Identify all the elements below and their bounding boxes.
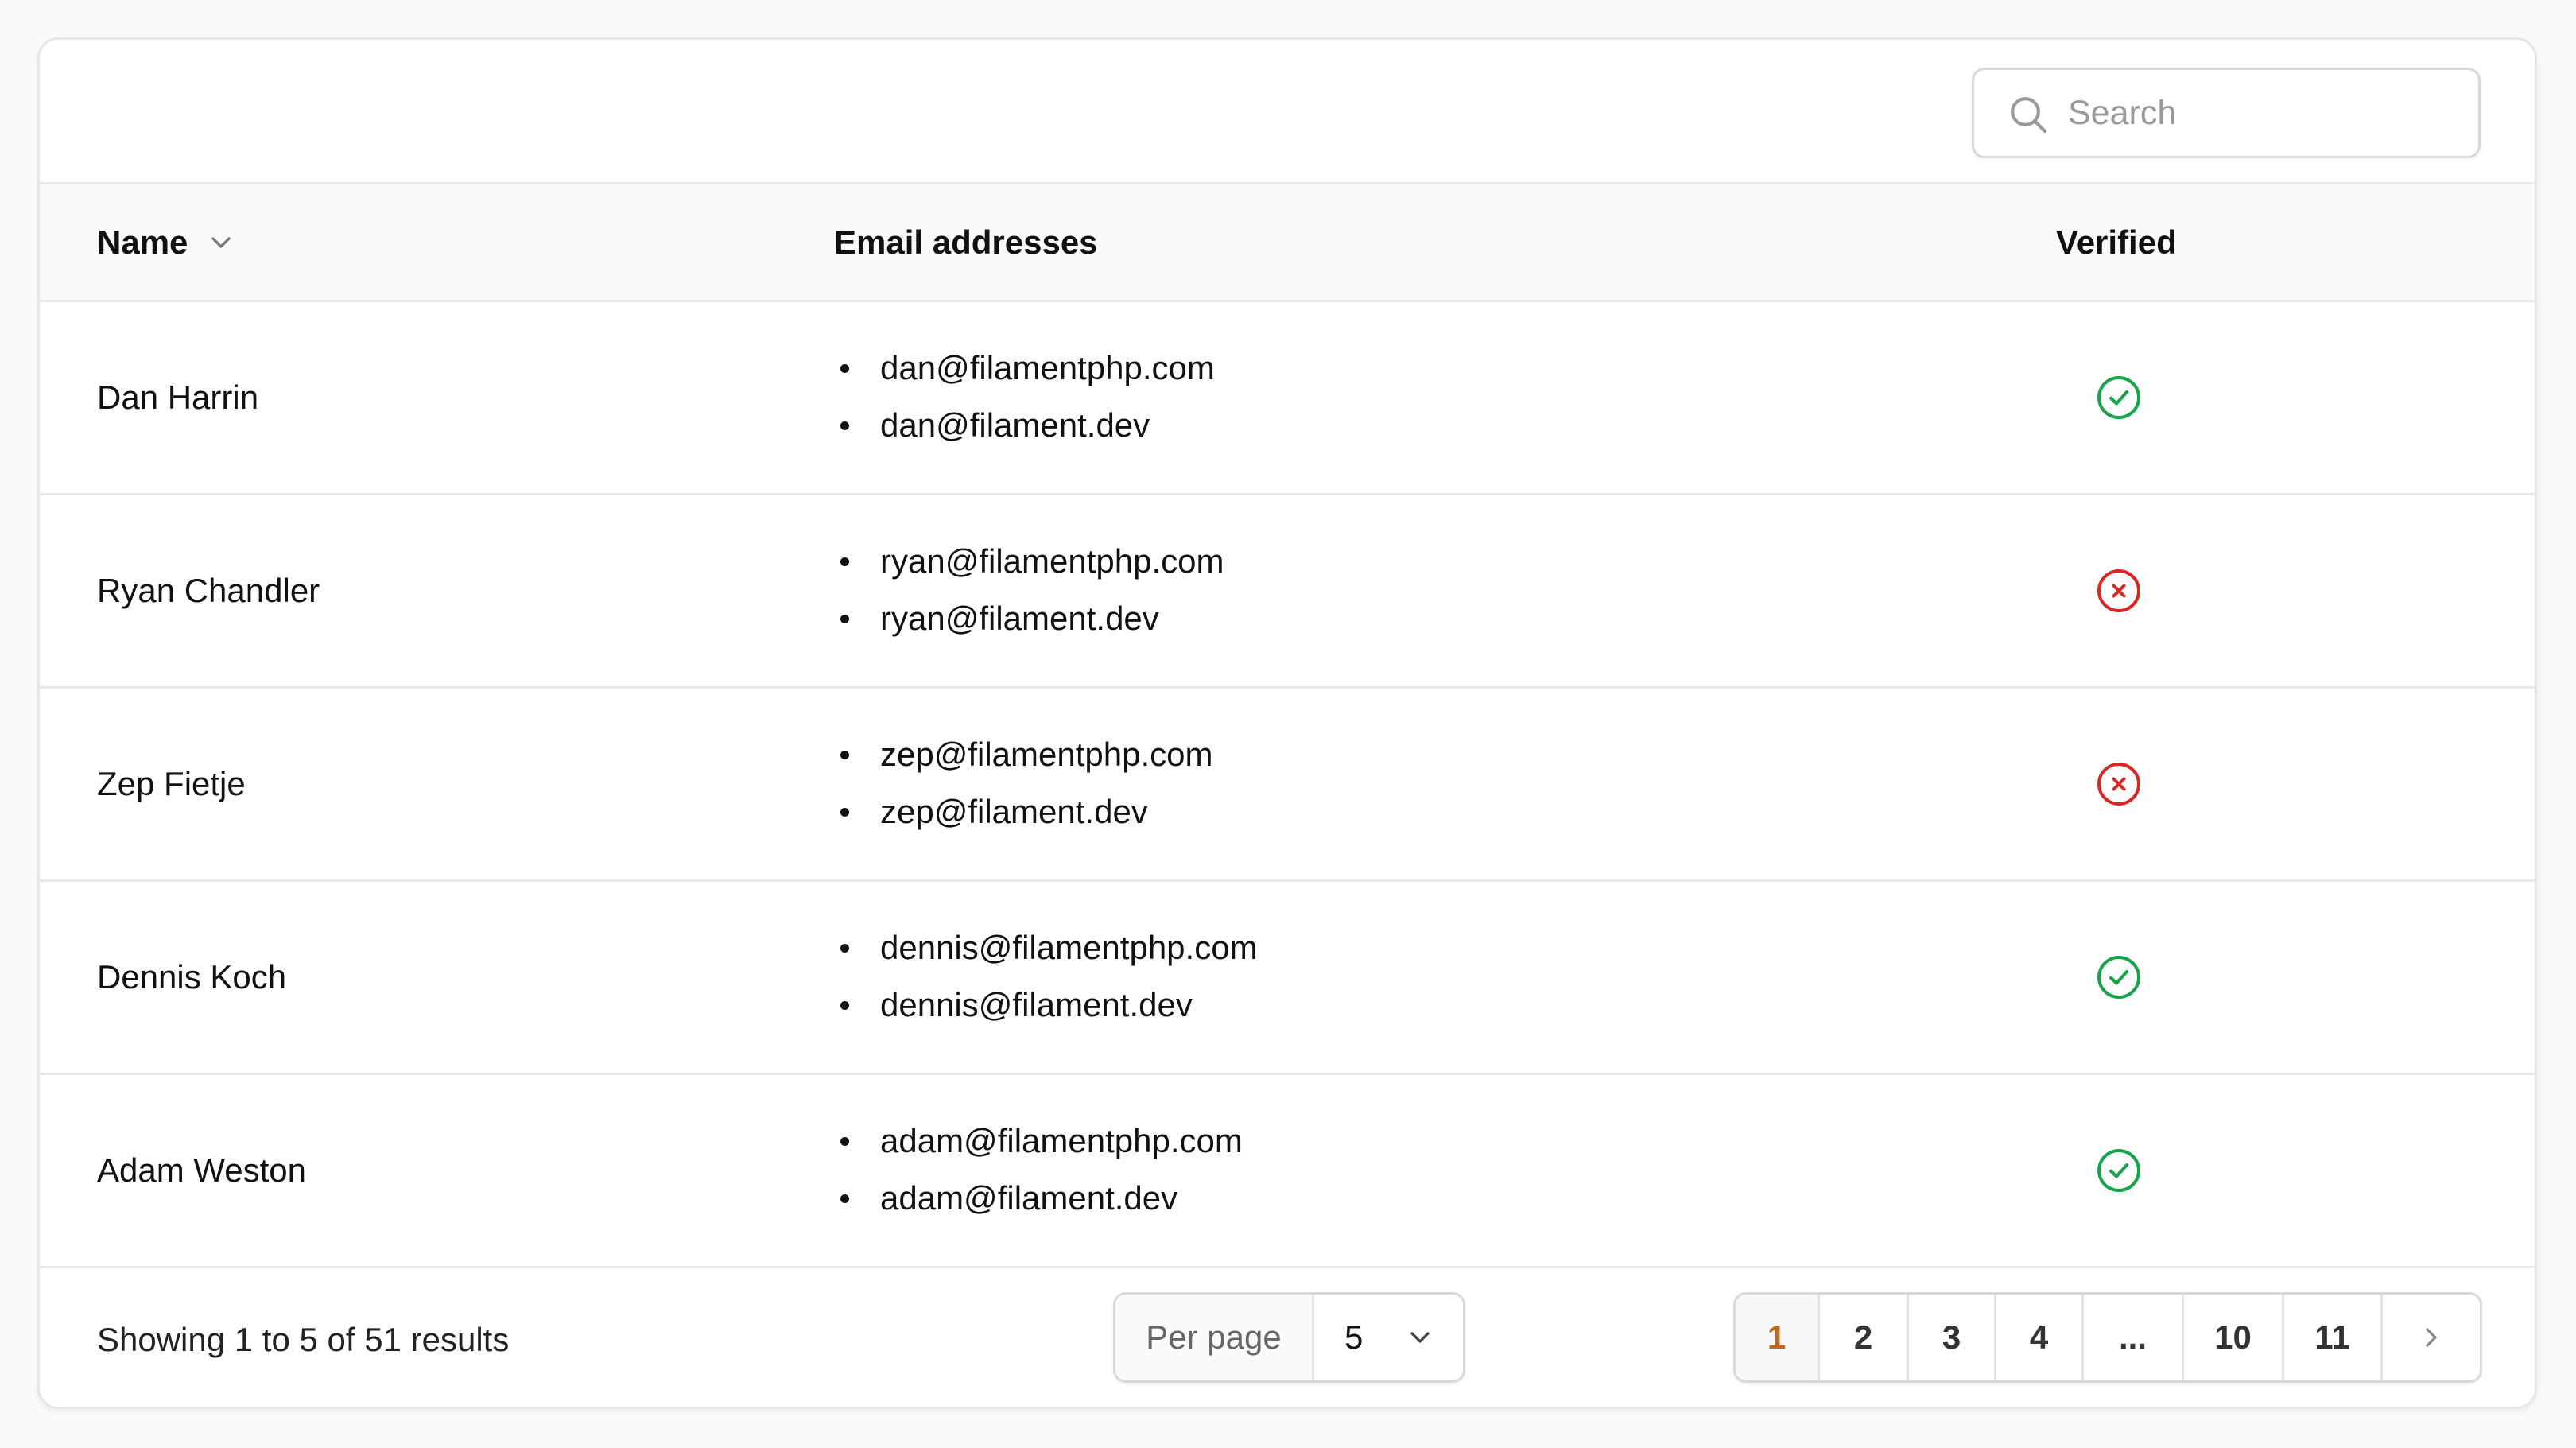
table-row[interactable]: Zep Fietje zep@filamentphp.com zep@filamen… (40, 689, 2535, 882)
per-page-control[interactable]: Per page 5 (1113, 1292, 1465, 1383)
email-item: ryan@filamentphp.com (834, 533, 1224, 590)
row-name: Zep Fietje (97, 765, 246, 802)
column-header-emails: Email addresses (834, 223, 1098, 261)
row-name: Dan Harrin (97, 378, 259, 416)
table-header: Name Email addresses Verified (40, 184, 2535, 302)
email-item: dan@filament.dev (834, 397, 1215, 454)
results-summary: Showing 1 to 5 of 51 results (97, 1321, 510, 1358)
column-header-verified: Verified (2056, 223, 2177, 261)
row-name: Ryan Chandler (97, 572, 320, 609)
column-header-name-label: Name (97, 223, 188, 261)
email-item: adam@filament.dev (834, 1170, 1243, 1227)
email-item: ryan@filament.dev (834, 590, 1224, 647)
table-row[interactable]: Ryan Chandler ryan@filamentphp.com ryan@fi… (40, 495, 2535, 689)
x-circle-icon (2097, 569, 2140, 612)
check-circle-icon (2097, 376, 2140, 419)
check-circle-icon (2097, 956, 2140, 999)
table-row[interactable]: Adam Weston adam@filamentphp.com adam@fila… (40, 1075, 2535, 1268)
pagination-ellipsis: ... (2084, 1295, 2184, 1380)
table-row[interactable]: Dan Harrin dan@filamentphp.com dan@filamen… (40, 302, 2535, 495)
table-toolbar (40, 40, 2535, 184)
page-button-10[interactable]: 10 (2184, 1295, 2284, 1380)
row-name: Adam Weston (97, 1151, 307, 1189)
page-button-2[interactable]: 2 (1820, 1295, 1909, 1380)
check-circle-icon (2097, 1149, 2140, 1192)
per-page-select[interactable]: 5 (1314, 1295, 1463, 1380)
table-row[interactable]: Dennis Koch dennis@filamentphp.com dennis@… (40, 882, 2535, 1075)
chevron-right-icon (2426, 1328, 2437, 1347)
page-button-1[interactable]: 1 (1736, 1295, 1820, 1380)
email-item: dan@filamentphp.com (834, 340, 1215, 397)
chevron-down-icon[interactable] (205, 227, 237, 258)
email-item: dennis@filamentphp.com (834, 919, 1258, 976)
row-email-list: dennis@filamentphp.com dennis@filament.de… (834, 919, 1258, 1034)
per-page-value: 5 (1344, 1318, 1364, 1356)
row-email-list: ryan@filamentphp.com ryan@filament.dev (834, 533, 1224, 647)
table-footer: Showing 1 to 5 of 51 results Per page 5 … (40, 1268, 2535, 1407)
row-email-list: zep@filamentphp.com zep@filament.dev (834, 726, 1213, 840)
column-header-name[interactable]: Name (97, 184, 237, 300)
page-button-11[interactable]: 11 (2284, 1295, 2383, 1380)
email-item: zep@filament.dev (834, 783, 1213, 840)
email-item: zep@filamentphp.com (834, 726, 1213, 783)
x-circle-icon (2097, 763, 2140, 806)
next-page-button[interactable] (2383, 1295, 2480, 1380)
row-name: Dennis Koch (97, 958, 287, 996)
row-email-list: dan@filamentphp.com dan@filament.dev (834, 340, 1215, 454)
pagination: 1 2 3 4... 10 11 (1733, 1292, 2482, 1383)
users-table-card: Name Email addresses Verified Dan Harrin… (37, 37, 2537, 1409)
chevron-down-icon (1410, 1332, 1430, 1343)
search-box[interactable] (1972, 68, 2481, 158)
email-item: dennis@filament.dev (834, 976, 1258, 1034)
per-page-label: Per page (1115, 1295, 1314, 1380)
page-button-3[interactable]: 3 (1909, 1295, 1996, 1380)
search-icon (2011, 97, 2047, 134)
search-input[interactable] (2068, 70, 2450, 156)
row-email-list: adam@filamentphp.com adam@filament.dev (834, 1112, 1243, 1227)
page-button-4[interactable]: 4 (1996, 1295, 2084, 1380)
email-item: adam@filamentphp.com (834, 1112, 1243, 1170)
